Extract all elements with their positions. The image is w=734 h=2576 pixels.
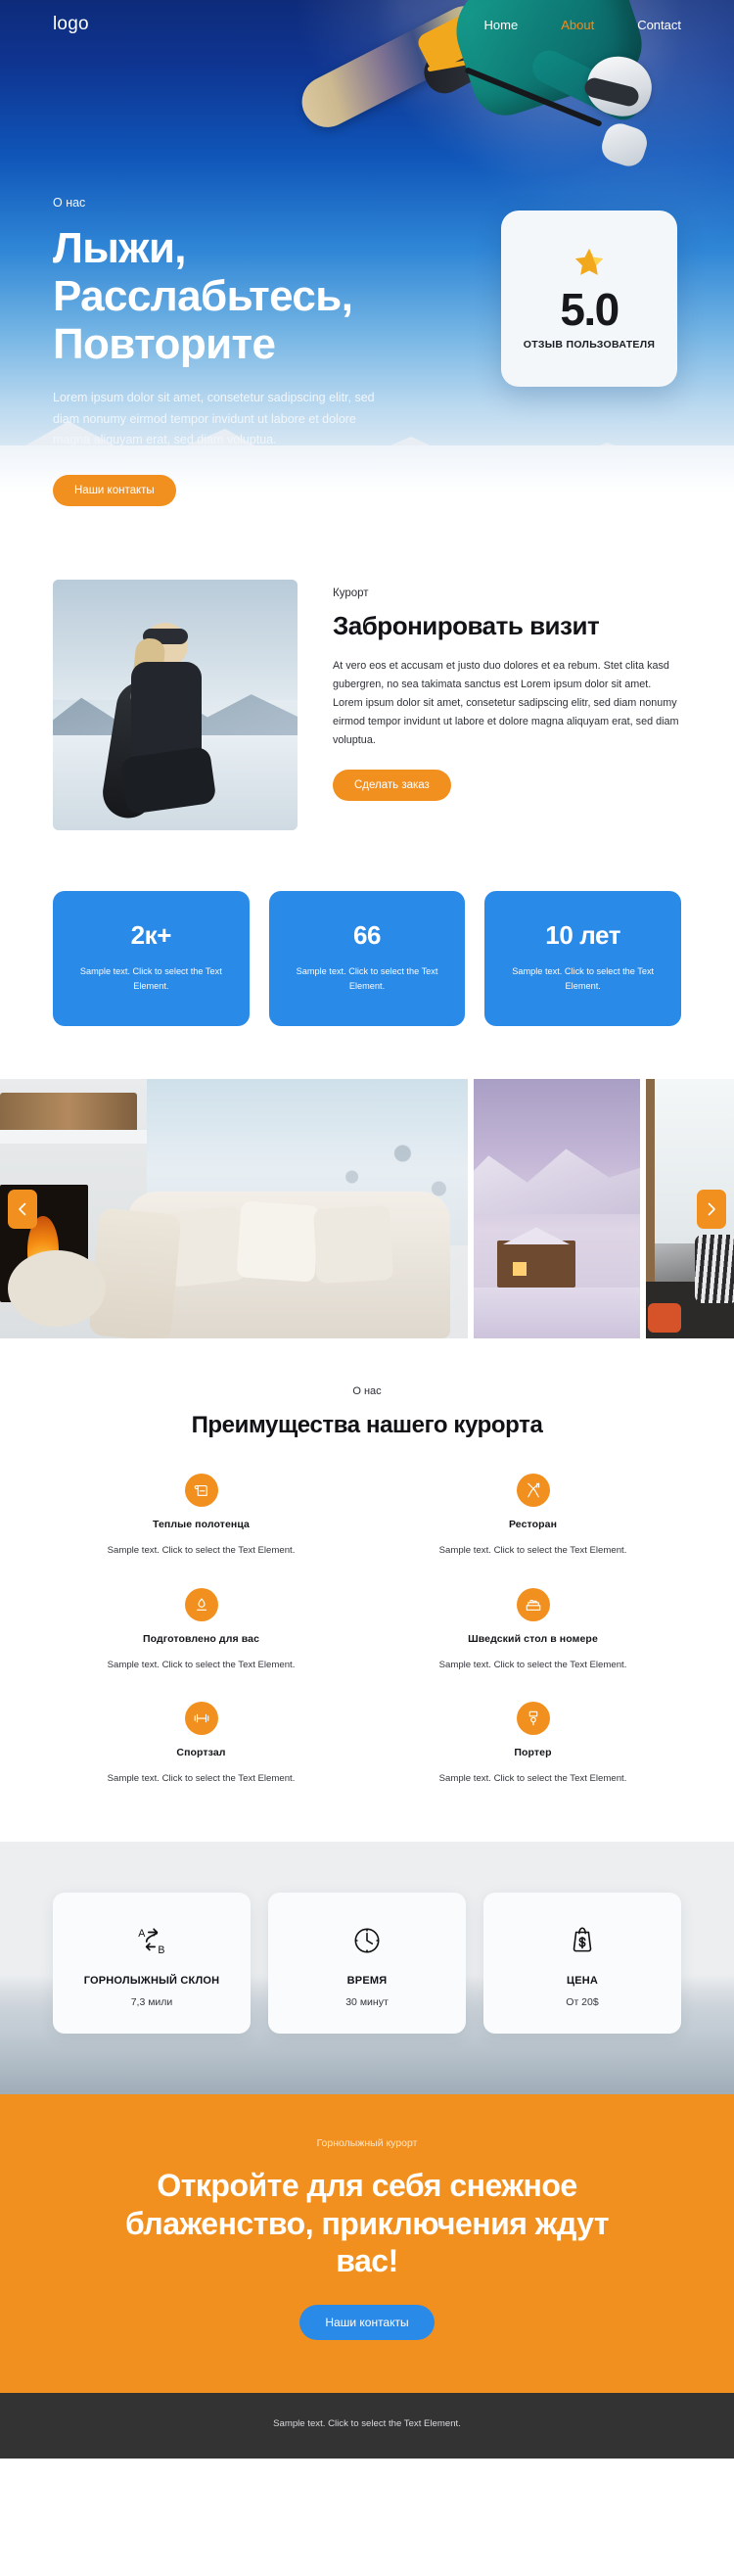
cta-section: Горнолыжный курорт Откройте для себя сне…	[0, 2094, 734, 2394]
hero-content: О нас Лыжи, Расслабьтесь, Повторите Lore…	[53, 196, 474, 506]
stat-card[interactable]: 66 Sample text. Click to select the Text…	[268, 891, 466, 1027]
stats-section: 2к+ Sample text. Click to select the Tex…	[0, 873, 734, 1080]
feature-name: Ресторан	[508, 1518, 558, 1530]
nav-link-home[interactable]: Home	[484, 18, 519, 32]
stat-text: Sample text. Click to select the Text El…	[512, 966, 655, 991]
feature-text: Sample text. Click to select the Text El…	[438, 1773, 627, 1785]
nav-link-about[interactable]: About	[561, 18, 594, 32]
rating-label: ОТЗЫВ ПОЛЬЗОВАТЕЛЯ	[523, 338, 656, 351]
hero-paragraph: Lorem ipsum dolor sit amet, consetetur s…	[53, 391, 375, 447]
stat-number: 66	[352, 920, 382, 950]
feature-name: Портер	[514, 1747, 552, 1759]
info-card-name: ВРЕМЯ	[346, 1975, 388, 1988]
stat-card[interactable]: 2к+ Sample text. Click to select the Tex…	[53, 891, 250, 1027]
features-title: Преимущества нашего курорта	[191, 1412, 543, 1439]
stat-number: 2к+	[130, 920, 172, 950]
towel-icon	[184, 1473, 218, 1507]
book-visit-section: Курорт Забронировать визит At vero eos e…	[0, 519, 734, 873]
chevron-right-icon[interactable]	[697, 1189, 726, 1229]
info-card-value: 30 минут	[345, 1996, 389, 2009]
info-card-value: От 20$	[566, 1996, 599, 2009]
features-eyebrow: О нас	[352, 1385, 382, 1398]
feature-item: Шведский стол в номере Sample text. Clic…	[385, 1587, 681, 1673]
info-card-name: ЦЕНА	[566, 1975, 599, 1988]
hero-title: Лыжи, Расслабьтесь, Повторите	[53, 224, 353, 368]
gallery-slide[interactable]	[0, 1079, 468, 1339]
feature-text: Sample text. Click to select the Text El…	[107, 1773, 296, 1785]
book-visit-photo	[53, 580, 298, 830]
star-icon	[573, 246, 606, 284]
cta-contact-button[interactable]: Наши контакты	[299, 2305, 435, 2341]
porter-icon	[516, 1702, 550, 1736]
gallery-slide[interactable]	[474, 1079, 640, 1339]
chevron-left-icon[interactable]	[8, 1189, 37, 1229]
nav-links: Home About Contact	[484, 18, 681, 32]
gallery-carousel	[0, 1079, 734, 1339]
site-footer: Sample text. Click to select the Text El…	[0, 2393, 734, 2459]
stat-text: Sample text. Click to select the Text El…	[296, 966, 438, 991]
site-logo[interactable]: logo	[53, 14, 89, 35]
feature-item: Спортзал Sample text. Click to select th…	[53, 1702, 349, 1787]
info-card[interactable]: A B ГОРНОЛЫЖНЫЙ СКЛОН 7,3 мили	[53, 1893, 251, 2035]
feature-name: Теплые полотенца	[153, 1518, 250, 1530]
feature-name: Подготовлено для вас	[142, 1632, 260, 1645]
book-visit-content: Курорт Забронировать визит At vero eos e…	[333, 580, 681, 830]
stat-number: 10 лет	[545, 920, 621, 950]
footer-text: Sample text. Click to select the Text El…	[273, 2418, 461, 2430]
info-card-value: 7,3 мили	[130, 1996, 173, 2009]
cta-eyebrow: Горнолыжный курорт	[316, 2137, 418, 2150]
info-card[interactable]: ВРЕМЯ 30 минут	[268, 1893, 466, 2035]
book-paragraph: At vero eos et accusam et justo duo dolo…	[333, 660, 679, 746]
info-section: A B ГОРНОЛЫЖНЫЙ СКЛОН 7,3 мили ВРЕМЯ 30 …	[0, 1842, 734, 2095]
dumbbell-icon	[184, 1702, 218, 1736]
feature-name: Спортзал	[176, 1747, 226, 1759]
info-card[interactable]: ЦЕНА От 20$	[483, 1893, 681, 2035]
info-cards: A B ГОРНОЛЫЖНЫЙ СКЛОН 7,3 мили ВРЕМЯ 30 …	[53, 1893, 681, 2035]
stat-text: Sample text. Click to select the Text El…	[79, 966, 222, 991]
features-grid: Теплые полотенца Sample text. Click to s…	[53, 1473, 681, 1788]
book-title: Забронировать визит	[333, 611, 600, 640]
restaurant-icon	[516, 1473, 550, 1507]
feature-name: Шведский стол в номере	[468, 1632, 598, 1645]
feature-text: Sample text. Click to select the Text El…	[107, 1659, 296, 1670]
svg-text:A: A	[138, 1928, 146, 1940]
feature-text: Sample text. Click to select the Text El…	[107, 1544, 296, 1556]
nav-link-contact[interactable]: Contact	[637, 18, 681, 32]
stat-card[interactable]: 10 лет Sample text. Click to select the …	[484, 891, 682, 1027]
price-tag-icon	[497, 1920, 667, 1961]
clock-icon	[282, 1920, 452, 1961]
prepared-icon	[184, 1587, 218, 1621]
info-card-name: ГОРНОЛЫЖНЫЙ СКЛОН	[83, 1975, 220, 1988]
rating-card: 5.0 ОТЗЫВ ПОЛЬЗОВАТЕЛЯ	[501, 211, 677, 387]
book-eyebrow: Курорт	[333, 587, 369, 599]
room-buffet-icon	[516, 1587, 550, 1621]
feature-item: Портер Sample text. Click to select the …	[385, 1702, 681, 1787]
features-header: О нас Преимущества нашего курорта	[53, 1385, 681, 1439]
hero-contact-button[interactable]: Наши контакты	[53, 474, 176, 506]
svg-text:B: B	[158, 1944, 164, 1956]
route-a-to-b-icon: A B	[67, 1920, 237, 1961]
feature-text: Sample text. Click to select the Text El…	[438, 1659, 627, 1670]
feature-text: Sample text. Click to select the Text El…	[438, 1544, 627, 1556]
make-order-button[interactable]: Сделать заказ	[333, 769, 451, 801]
feature-item: Подготовлено для вас Sample text. Click …	[53, 1587, 349, 1673]
feature-item: Теплые полотенца Sample text. Click to s…	[53, 1473, 349, 1559]
rating-value: 5.0	[560, 284, 619, 336]
hero-eyebrow: О нас	[53, 196, 86, 210]
cta-title: Откройте для себя снежное блаженство, пр…	[124, 2168, 610, 2279]
feature-item: Ресторан Sample text. Click to select th…	[385, 1473, 681, 1559]
features-section: О нас Преимущества нашего курорта Теплые…	[0, 1338, 734, 1843]
hero-section: logo Home About Contact О нас Лыжи, Расс…	[0, 0, 734, 519]
top-navigation: logo Home About Contact	[0, 0, 734, 49]
